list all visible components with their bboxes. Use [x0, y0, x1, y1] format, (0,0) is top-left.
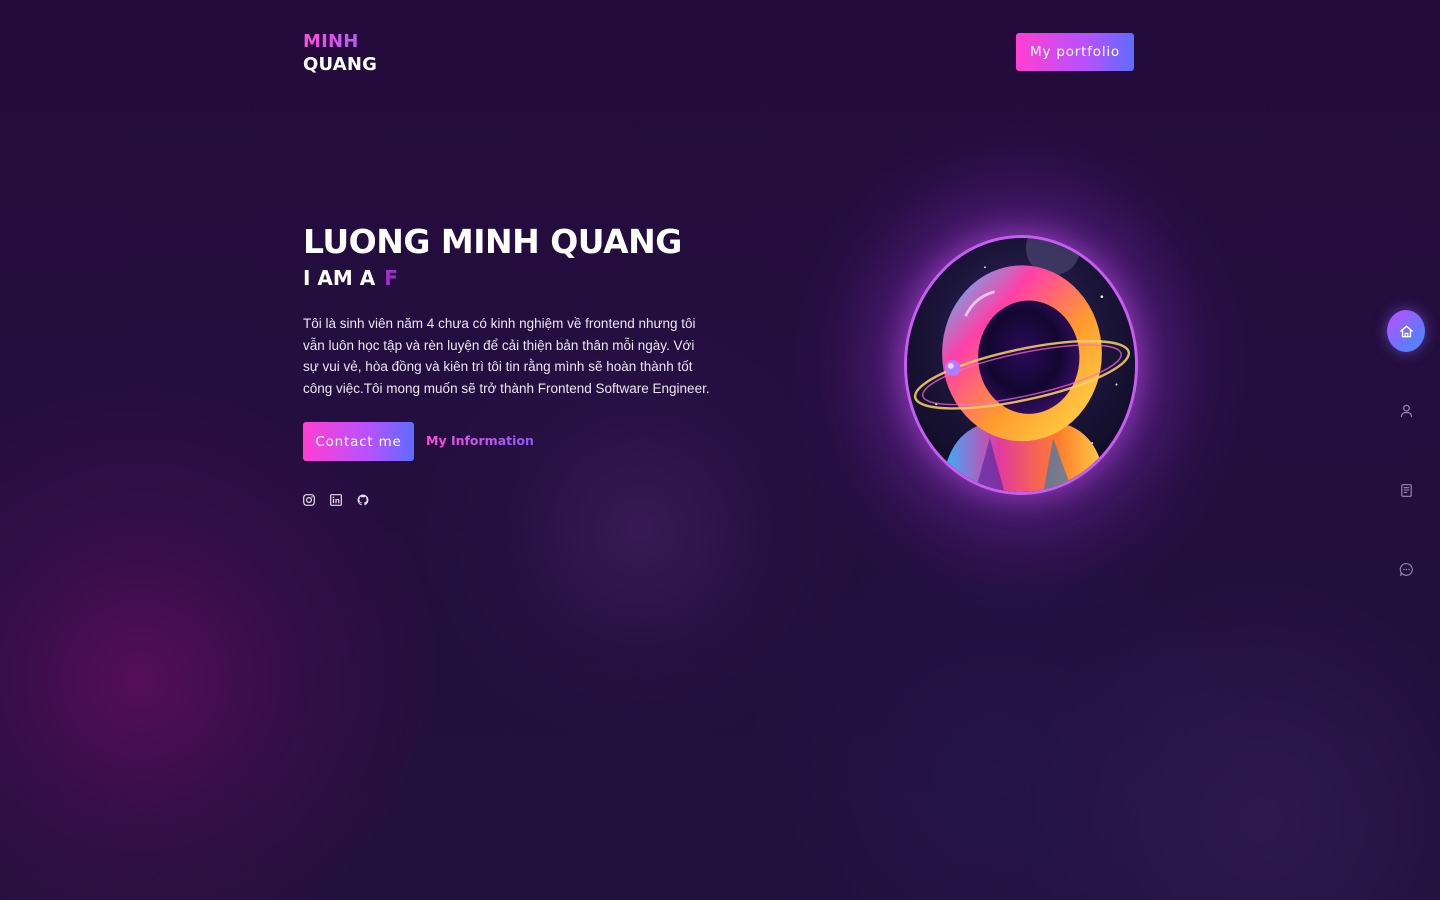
home-icon [1399, 325, 1413, 337]
github-icon[interactable] [357, 494, 369, 506]
role-typed-text: F [384, 266, 398, 290]
avatar [904, 235, 1138, 495]
instagram-icon[interactable] [303, 494, 315, 506]
role-prefix: I AM A [303, 266, 376, 290]
nav-about[interactable] [1387, 389, 1425, 431]
nav-resume[interactable] [1387, 469, 1425, 511]
document-icon [1400, 483, 1412, 497]
my-information-link[interactable]: My Information [426, 432, 534, 450]
linkedin-icon[interactable] [330, 494, 342, 506]
brand-first-line: MINH [303, 30, 377, 53]
brand-second-line: QUANG [303, 54, 378, 75]
hero-role-line: I AM A F [303, 265, 398, 291]
chat-icon [1399, 562, 1413, 576]
user-icon [1400, 404, 1412, 417]
hero-name-heading: LUONG MINH QUANG [303, 222, 682, 261]
astronaut-illustration [907, 238, 1135, 492]
nav-home[interactable] [1387, 310, 1425, 352]
brand-logo[interactable]: MINH QUANG [303, 30, 377, 76]
nav-contact[interactable] [1387, 548, 1425, 590]
social-links [303, 494, 369, 506]
my-portfolio-button[interactable]: My portfolio [1016, 33, 1134, 71]
hero-description: Tôi là sinh viên năm 4 chưa có kinh nghi… [303, 316, 710, 396]
contact-me-button[interactable]: Contact me [303, 422, 414, 461]
